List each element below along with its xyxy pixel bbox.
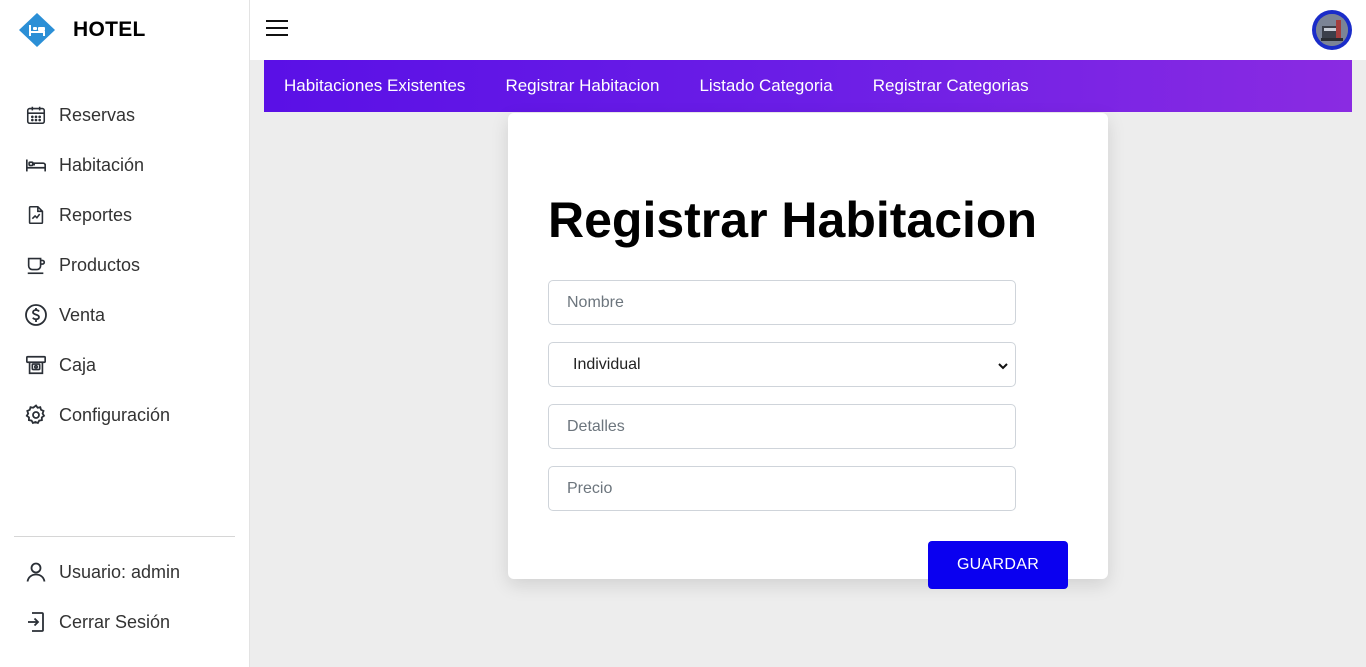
sidebar-item-productos[interactable]: Productos bbox=[14, 240, 236, 290]
sidebar-item-reportes[interactable]: Reportes bbox=[14, 190, 236, 240]
dollar-circle-icon bbox=[24, 303, 48, 327]
sidebar-footer: Usuario: admin Cerrar Sesión bbox=[14, 547, 236, 647]
avatar-image bbox=[1316, 14, 1348, 46]
sidebar-item-configuracion[interactable]: Configuración bbox=[14, 390, 236, 440]
sidebar-item-label: Habitación bbox=[59, 154, 145, 175]
logout-item[interactable]: Cerrar Sesión bbox=[14, 597, 236, 647]
cash-register-icon bbox=[24, 353, 48, 377]
gear-icon bbox=[24, 403, 48, 427]
sidebar-item-label: Venta bbox=[59, 304, 106, 325]
hotel-bed-icon bbox=[18, 12, 56, 48]
calendar-icon bbox=[24, 103, 48, 127]
sidebar-item-habitacion[interactable]: Habitación bbox=[14, 140, 236, 190]
sidebar-nav: Reservas Habitación Reportes Productos V… bbox=[14, 90, 236, 440]
sidebar-item-label: Configuración bbox=[59, 404, 171, 425]
sidebar-divider bbox=[14, 536, 235, 537]
report-icon bbox=[24, 203, 48, 227]
coffee-cup-icon bbox=[24, 253, 48, 277]
price-input[interactable] bbox=[548, 466, 1016, 511]
sidebar-item-label: Reservas bbox=[59, 104, 136, 125]
section-tabs: Habitaciones Existentes Registrar Habita… bbox=[264, 60, 1352, 112]
avatar[interactable] bbox=[1312, 10, 1352, 50]
user-label: Usuario: admin bbox=[59, 561, 181, 582]
logout-label: Cerrar Sesión bbox=[59, 611, 171, 632]
category-select-value: Individual bbox=[573, 355, 641, 373]
tab-registrar-habitacion[interactable]: Registrar Habitacion bbox=[505, 76, 659, 96]
tab-listado-categoria[interactable]: Listado Categoria bbox=[699, 76, 832, 96]
bed-icon bbox=[24, 153, 48, 177]
sidebar-item-reservas[interactable]: Reservas bbox=[14, 90, 236, 140]
brand-name: HOTEL bbox=[73, 18, 146, 41]
sidebar-item-label: Reportes bbox=[59, 204, 133, 225]
sidebar-item-label: Productos bbox=[59, 254, 141, 275]
category-select[interactable]: Individual bbox=[548, 342, 1016, 387]
sidebar-item-caja[interactable]: Caja bbox=[14, 340, 236, 390]
name-input[interactable] bbox=[548, 280, 1016, 325]
sidebar-item-venta[interactable]: Venta bbox=[14, 290, 236, 340]
details-input[interactable] bbox=[548, 404, 1016, 449]
user-account-item[interactable]: Usuario: admin bbox=[14, 547, 236, 597]
brand[interactable]: HOTEL bbox=[18, 12, 146, 48]
sidebar: HOTEL Reservas Habitación Reportes Produ… bbox=[0, 0, 250, 667]
menu-toggle-icon[interactable] bbox=[266, 20, 288, 38]
tab-registrar-categorias[interactable]: Registrar Categorias bbox=[873, 76, 1029, 96]
chevron-down-icon bbox=[997, 359, 1009, 377]
sidebar-item-label: Caja bbox=[59, 354, 97, 375]
top-bar bbox=[250, 0, 1366, 60]
tab-habitaciones-existentes[interactable]: Habitaciones Existentes bbox=[284, 76, 465, 96]
user-icon bbox=[24, 560, 48, 584]
logout-icon bbox=[24, 610, 48, 634]
page-title: Registrar Habitacion bbox=[548, 192, 1038, 248]
register-room-card: Registrar Habitacion Individual GUARDAR bbox=[508, 113, 1108, 589]
save-button[interactable]: GUARDAR bbox=[928, 541, 1068, 589]
